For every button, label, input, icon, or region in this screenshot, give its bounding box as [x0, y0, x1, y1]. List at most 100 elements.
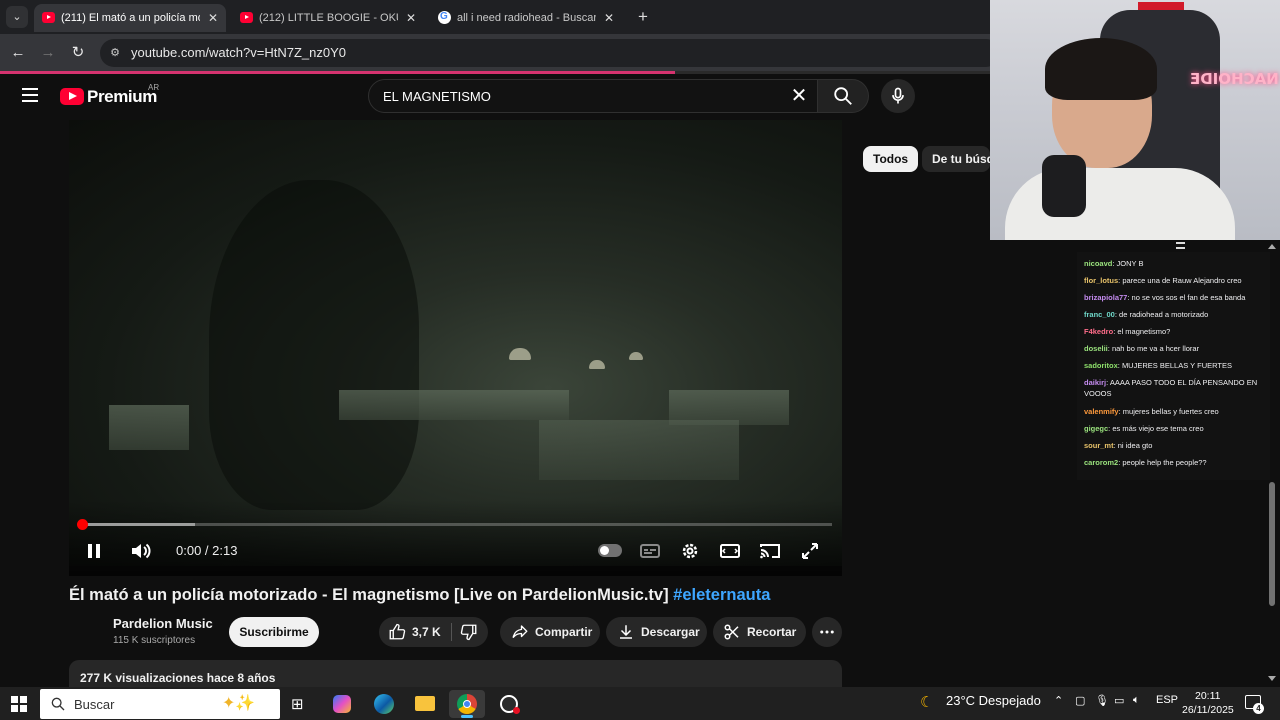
browser-tab-3[interactable]: all i need radiohead - Buscar con Google… [430, 4, 622, 32]
chat-username[interactable]: franc_00 [1084, 310, 1115, 319]
microphone-prop [1042, 155, 1086, 217]
taskbar-obs[interactable] [491, 690, 527, 718]
more-actions-button[interactable] [812, 617, 842, 647]
video-frame-lamp [509, 348, 531, 360]
reload-button[interactable]: ↻ [68, 43, 88, 63]
clear-search-icon[interactable]: ✕ [787, 84, 811, 108]
notification-count-badge: 4 [1253, 703, 1264, 714]
taskbar-edge[interactable] [366, 690, 402, 718]
video-progress-bar[interactable] [77, 519, 832, 530]
youtube-logo-icon[interactable] [60, 88, 84, 105]
views-and-date: 277 K visualizaciones hace 8 años [80, 671, 276, 685]
chip-de-tu-busqueda[interactable]: De tu búsqueda [922, 146, 990, 172]
chat-username[interactable]: doselii [1084, 344, 1108, 353]
close-tab-icon[interactable]: ✕ [208, 4, 218, 32]
network-icon[interactable]: ▭ [1114, 694, 1124, 707]
recording-dot-icon [513, 707, 520, 714]
chat-message: F4kedro: el magnetismo? [1084, 326, 1269, 337]
search-query[interactable]: EL MAGNETISMO [383, 89, 491, 104]
chat-username[interactable]: carorom2 [1084, 458, 1118, 467]
back-button[interactable]: ← [8, 43, 28, 63]
volume-button[interactable] [128, 539, 152, 563]
cast-icon [760, 544, 780, 559]
taskbar-file-explorer[interactable] [407, 690, 443, 718]
player-controls-shade [69, 500, 842, 576]
chat-username[interactable]: gigegc [1084, 424, 1108, 433]
play-pause-button[interactable] [82, 539, 106, 563]
autoplay-toggle[interactable] [598, 544, 622, 557]
close-tab-icon[interactable]: ✕ [604, 4, 614, 32]
taskbar-search-label[interactable]: Buscar [74, 697, 114, 712]
share-icon [512, 625, 528, 638]
weather-widget[interactable]: 23°C Despejado [946, 693, 1041, 708]
search-input[interactable]: EL MAGNETISMO ✕ [368, 79, 818, 113]
video-frame-lamp [589, 360, 605, 369]
language-indicator[interactable]: ESP [1156, 694, 1178, 706]
chat-text: de radiohead a motorizado [1119, 310, 1209, 319]
meet-now-icon[interactable]: ▢ [1075, 694, 1085, 707]
video-frame-desk [539, 420, 739, 480]
scroll-down-arrow-icon[interactable] [1268, 676, 1276, 681]
channel-name[interactable]: Pardelion Music [113, 616, 213, 631]
chat-username[interactable]: valenmify [1084, 407, 1119, 416]
chat-username[interactable]: daikirj [1084, 378, 1106, 387]
share-button[interactable]: Compartir [500, 617, 600, 647]
settings-button[interactable] [678, 539, 702, 563]
theater-mode-button[interactable] [718, 539, 742, 563]
chip-todos[interactable]: Todos [863, 146, 919, 172]
tab-search-button[interactable]: ⌄ [6, 6, 28, 28]
clock-date[interactable]: 26/11/2025 [1182, 704, 1234, 716]
tab-title: (211) El mató a un policía motorizado [61, 12, 200, 24]
hashtag-link[interactable]: #eleternauta [673, 586, 770, 604]
fullscreen-button[interactable] [798, 539, 822, 563]
like-button[interactable]: 3,7 K [379, 617, 451, 647]
forward-button[interactable]: → [38, 43, 58, 63]
folder-icon [415, 696, 435, 711]
voice-search-button[interactable] [881, 79, 915, 113]
chat-username[interactable]: sadoritox [1084, 361, 1118, 370]
dislike-button[interactable] [457, 617, 488, 647]
address-bar[interactable]: ⚙ youtube.com/watch?v=HtN7Z_nz0Y0 [100, 39, 1000, 67]
subscribe-button[interactable]: Suscribirme [229, 617, 319, 647]
taskbar-copilot[interactable] [324, 690, 360, 718]
taskbar-search-box[interactable]: Buscar ✦✨ [40, 689, 280, 719]
chat-text: people help the people?? [1122, 458, 1207, 467]
page-scrollbar-thumb[interactable] [1269, 482, 1275, 606]
cast-button[interactable] [758, 539, 782, 563]
chat-text: parece una de Rauw Alejandro creo [1122, 276, 1242, 285]
clock-time[interactable]: 20:11 [1195, 690, 1221, 702]
scrubber-knob[interactable] [77, 519, 88, 530]
google-favicon-icon [438, 4, 451, 31]
chat-message: sour_mt: ni idea gto [1084, 440, 1269, 451]
scroll-up-arrow-icon[interactable] [1268, 244, 1276, 249]
taskbar-chrome[interactable] [449, 690, 485, 718]
menu-icon[interactable] [22, 88, 38, 102]
microphone-tray-icon[interactable]: 🎙︎ [1095, 694, 1109, 707]
download-icon [620, 625, 632, 639]
close-tab-icon[interactable]: ✕ [406, 4, 416, 32]
site-info-icon[interactable]: ⚙ [108, 46, 122, 60]
task-view-button[interactable]: ⊞ [281, 690, 317, 718]
chat-username[interactable]: flor_lotus [1084, 276, 1118, 285]
chat-username[interactable]: brizapiola77 [1084, 293, 1127, 302]
chat-username[interactable]: F4kedro [1084, 327, 1113, 336]
show-hidden-icons-chevron-icon[interactable]: ⌃ [1054, 694, 1063, 707]
fullscreen-icon [802, 543, 818, 559]
subtitles-button[interactable] [638, 539, 662, 563]
youtube-premium-logo-text[interactable]: Premium [87, 87, 157, 107]
new-tab-button[interactable]: + [632, 6, 654, 28]
chat-username[interactable]: nicoavd [1084, 259, 1112, 268]
chat-username[interactable]: sour_mt [1084, 441, 1114, 450]
chat-drag-handle-icon[interactable] [1176, 242, 1185, 249]
search-button[interactable] [817, 79, 869, 113]
windows-start-icon[interactable] [11, 696, 27, 712]
download-button[interactable]: Descargar [606, 617, 707, 647]
chat-message: daikirj: AAAA PASO TODO EL DÍA PENSANDO … [1084, 377, 1269, 399]
url-text[interactable]: youtube.com/watch?v=HtN7Z_nz0Y0 [131, 45, 346, 60]
youtube-favicon-icon [240, 12, 253, 23]
speaker-icon[interactable]: 🔈︎ [1133, 694, 1140, 707]
download-label: Descargar [641, 625, 700, 639]
browser-tab-1[interactable]: (211) El mató a un policía motorizado ✕ [34, 4, 226, 32]
clip-button[interactable]: Recortar [713, 617, 806, 647]
browser-tab-2[interactable]: (212) LITTLE BOOGIE - OKUPAS ✕ [232, 4, 424, 32]
